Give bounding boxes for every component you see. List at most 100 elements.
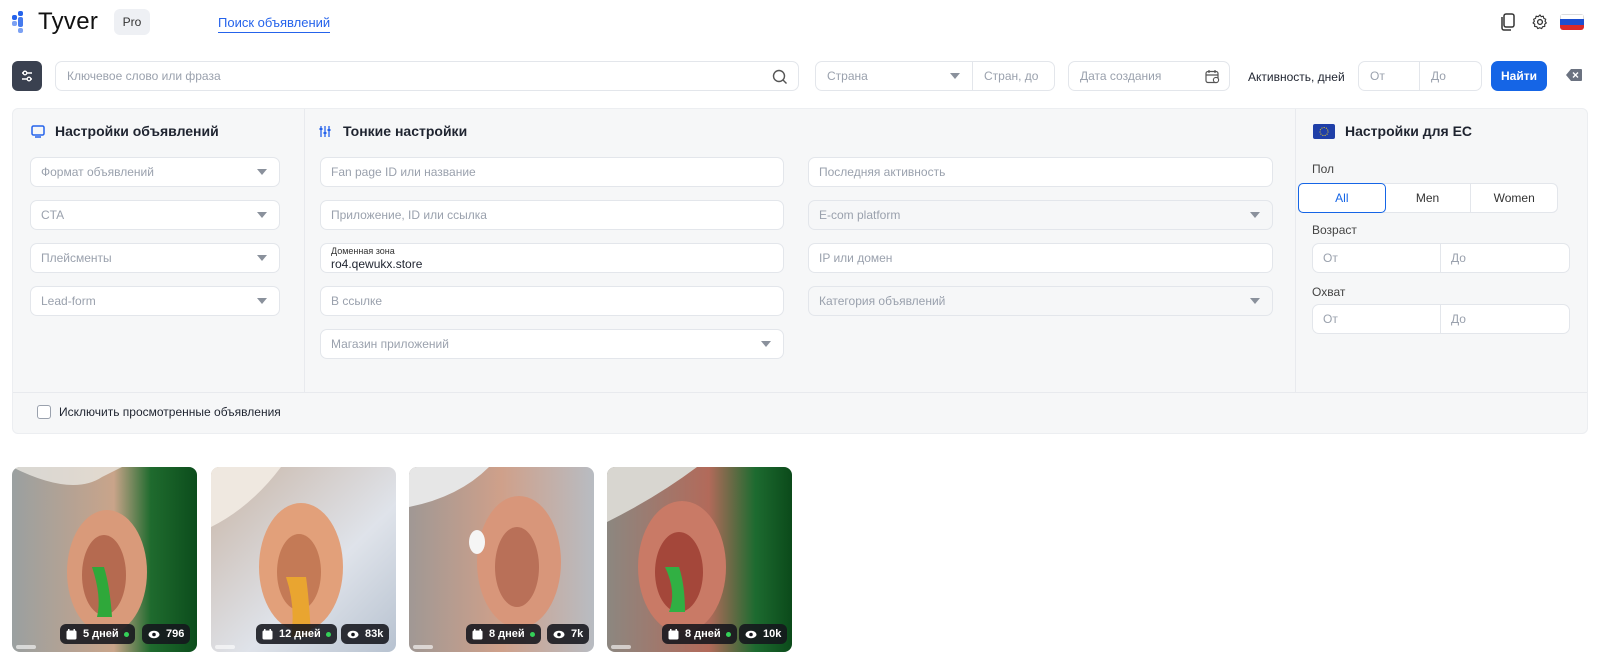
- domain-zone-input[interactable]: Доменная зона ro4.qewukx.store: [320, 243, 784, 273]
- bookmarks-icon[interactable]: [1498, 12, 1518, 32]
- chevron-down-icon: [1250, 212, 1260, 218]
- app-header: Tyver Pro Поиск объявлений: [0, 0, 1600, 44]
- in-link-input[interactable]: В ссылке: [320, 286, 784, 316]
- logo-text: Tyver: [38, 8, 99, 35]
- placements-select[interactable]: Плейсменты: [30, 243, 280, 273]
- ad-settings-title: Настройки объявлений: [31, 123, 219, 139]
- days-badge: 8 дней: [466, 624, 541, 644]
- fine-settings-title-text: Тонкие настройки: [343, 123, 468, 139]
- views-value: 10k: [763, 628, 782, 640]
- placements-placeholder: Плейсменты: [41, 251, 112, 265]
- chevron-down-icon: [257, 255, 267, 261]
- country-exclude-placeholder: Стран, до: [984, 69, 1039, 83]
- chevron-down-icon: [1250, 298, 1260, 304]
- country-placeholder: Страна: [827, 69, 868, 83]
- calendar-icon[interactable]: [1205, 69, 1220, 84]
- calendar-icon: [66, 628, 77, 639]
- keyword-search-placeholder: Ключевое слово или фраза: [67, 69, 221, 83]
- views-badge: 7k: [547, 624, 590, 644]
- age-from-placeholder: От: [1323, 251, 1338, 265]
- lead-form-placeholder: Lead-form: [41, 294, 96, 308]
- ad-category-placeholder: Категория объявлений: [819, 294, 946, 308]
- chevron-down-icon: [257, 298, 267, 304]
- fan-page-input[interactable]: Fan page ID или название: [320, 157, 784, 187]
- creation-date-input[interactable]: Дата создания: [1068, 61, 1230, 91]
- fine-tune-sliders-icon: [319, 125, 333, 138]
- calendar-icon: [262, 628, 273, 639]
- active-status-dot: [529, 631, 535, 637]
- settings-gear-icon[interactable]: [1530, 12, 1550, 32]
- gender-label: Пол: [1312, 162, 1335, 176]
- days-badge: 12 дней: [256, 624, 337, 644]
- chevron-down-icon: [257, 169, 267, 175]
- reach-to-placeholder: До: [1451, 312, 1466, 326]
- ad-card[interactable]: 12 дней 83k: [211, 467, 396, 652]
- exclude-viewed-checkbox[interactable]: [37, 405, 51, 419]
- fan-page-placeholder: Fan page ID или название: [331, 165, 476, 179]
- ip-domain-placeholder: IP или домен: [819, 251, 893, 265]
- reach-from-input[interactable]: От: [1312, 304, 1441, 334]
- eye-icon: [148, 630, 160, 638]
- activity-from-input[interactable]: От: [1358, 61, 1420, 91]
- nav-link-ad-search[interactable]: Поиск объявлений: [218, 15, 331, 33]
- country-select[interactable]: Страна: [815, 61, 973, 91]
- find-button[interactable]: Найти: [1491, 61, 1547, 91]
- views-value: 796: [166, 628, 185, 640]
- language-flag-ru-icon[interactable]: [1560, 14, 1584, 30]
- gender-segmented-control: All Men Women: [1298, 183, 1558, 213]
- age-to-input[interactable]: До: [1441, 243, 1570, 273]
- creation-date-placeholder: Дата создания: [1080, 69, 1162, 83]
- ad-format-placeholder: Формат объявлений: [41, 165, 154, 179]
- ad-card[interactable]: 5 дней 796: [12, 467, 197, 652]
- eu-flag-icon: [1313, 123, 1335, 139]
- exclude-viewed-label[interactable]: Исключить просмотренные объявления: [59, 405, 281, 419]
- views-value: 7k: [571, 628, 584, 640]
- age-to-placeholder: До: [1451, 251, 1466, 265]
- ecom-platform-select[interactable]: E-com platform: [808, 200, 1273, 230]
- calendar-icon: [472, 628, 483, 639]
- last-activity-placeholder: Последняя активность: [819, 165, 946, 179]
- gender-option-men[interactable]: Men: [1385, 184, 1472, 212]
- logo-mark-icon: [12, 11, 32, 33]
- country-exclude-input[interactable]: Стран, до: [973, 61, 1055, 91]
- activity-to-input[interactable]: До: [1420, 61, 1482, 91]
- ad-category-select[interactable]: Категория объявлений: [808, 286, 1273, 316]
- activity-to-placeholder: До: [1431, 69, 1446, 83]
- clear-filters-icon[interactable]: [1566, 69, 1582, 81]
- views-badge: 796: [142, 624, 191, 644]
- lead-form-select[interactable]: Lead-form: [30, 286, 280, 316]
- active-status-dot: [325, 631, 331, 637]
- activity-from-placeholder: От: [1370, 69, 1385, 83]
- filters-panel: Настройки объявлений Тонкие настройки На…: [12, 108, 1588, 434]
- app-id-placeholder: Приложение, ID или ссылка: [331, 208, 487, 222]
- eye-icon: [347, 630, 359, 638]
- age-from-input[interactable]: От: [1312, 243, 1441, 273]
- app-id-input[interactable]: Приложение, ID или ссылка: [320, 200, 784, 230]
- views-badge: 10k: [739, 624, 788, 644]
- ad-format-select[interactable]: Формат объявлений: [30, 157, 280, 187]
- views-badge: 83k: [341, 624, 390, 644]
- gender-option-all[interactable]: All: [1298, 183, 1386, 213]
- last-activity-input[interactable]: Последняя активность: [808, 157, 1273, 187]
- keyword-search-input[interactable]: Ключевое слово или фраза: [55, 61, 799, 91]
- cta-select[interactable]: CTA: [30, 200, 280, 230]
- chevron-down-icon: [257, 212, 267, 218]
- filters-toggle-button[interactable]: [12, 61, 42, 91]
- days-value: 8 дней: [489, 628, 525, 640]
- days-value: 12 дней: [279, 628, 321, 640]
- eye-icon: [553, 630, 565, 638]
- days-value: 8 дней: [685, 628, 721, 640]
- eye-icon: [745, 630, 757, 638]
- ad-settings-title-text: Настройки объявлений: [55, 123, 219, 139]
- app-store-select[interactable]: Магазин приложений: [320, 329, 784, 359]
- gender-option-women[interactable]: Women: [1471, 184, 1557, 212]
- active-status-dot: [725, 631, 731, 637]
- eu-settings-title-text: Настройки для ЕС: [1345, 123, 1473, 139]
- ad-card[interactable]: 8 дней 7k: [409, 467, 594, 652]
- fine-settings-title: Тонкие настройки: [319, 123, 467, 139]
- search-icon[interactable]: [772, 69, 788, 85]
- reach-to-input[interactable]: До: [1441, 304, 1570, 334]
- ip-domain-input[interactable]: IP или домен: [808, 243, 1273, 273]
- logo[interactable]: Tyver: [12, 9, 98, 35]
- ad-card[interactable]: 8 дней 10k: [607, 467, 792, 652]
